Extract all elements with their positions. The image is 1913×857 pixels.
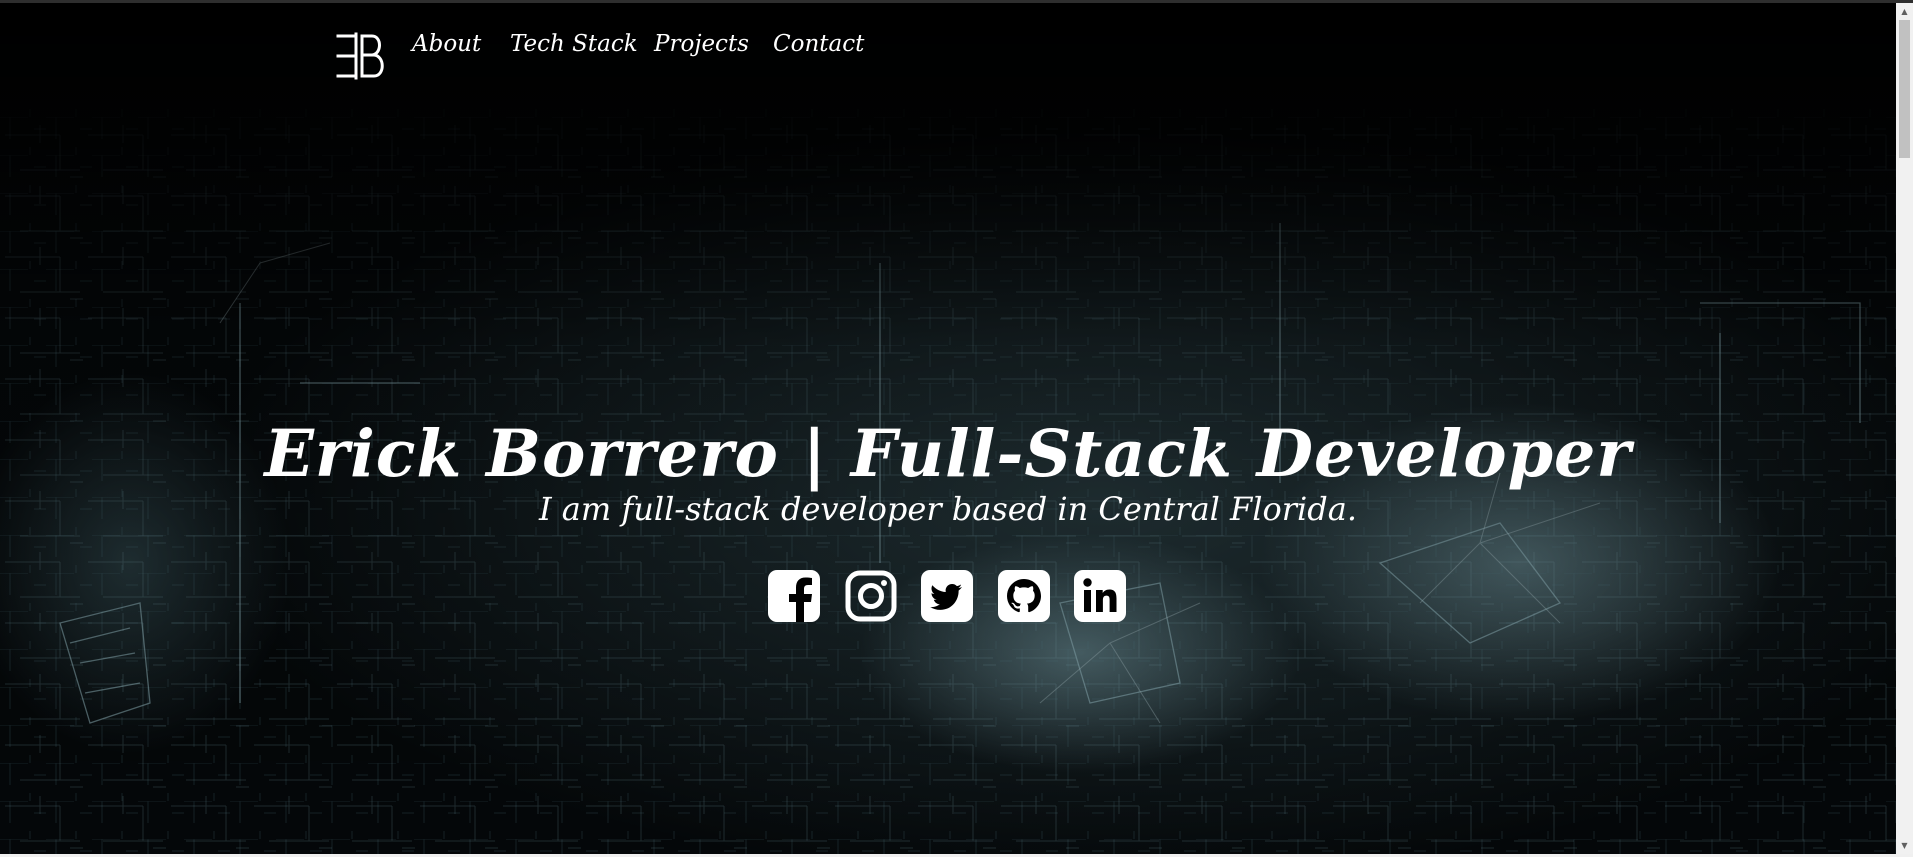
nav-contact-link[interactable]: Contact — [773, 29, 864, 59]
twitter-link[interactable] — [921, 570, 973, 622]
linkedin-icon — [1074, 570, 1126, 622]
instagram-link[interactable] — [845, 570, 897, 622]
page: About Tech Stack Projects Contact Erick … — [0, 3, 1896, 854]
vertical-scrollbar[interactable]: ▲ ▼ — [1896, 3, 1913, 854]
twitter-icon — [921, 570, 973, 622]
eb-monogram-icon — [336, 32, 384, 80]
linkedin-link[interactable] — [1074, 570, 1126, 622]
nav-projects-link[interactable]: Projects — [654, 29, 749, 59]
hero-subtitle: I am full-stack developer based in Centr… — [538, 490, 1358, 528]
scroll-down-arrow-icon[interactable]: ▼ — [1896, 837, 1913, 854]
hero-title: Erick Borrero | Full-Stack Developer — [264, 415, 1632, 492]
scroll-up-arrow-icon[interactable]: ▲ — [1896, 3, 1913, 20]
facebook-icon — [768, 570, 820, 622]
social-links — [768, 570, 1128, 622]
nav-tech-stack-link[interactable]: Tech Stack — [510, 29, 638, 59]
github-link[interactable] — [998, 570, 1050, 622]
facebook-link[interactable] — [768, 570, 820, 622]
scrollbar-thumb[interactable] — [1899, 20, 1910, 158]
instagram-icon — [845, 570, 897, 622]
github-icon — [998, 570, 1050, 622]
site-logo[interactable] — [334, 32, 386, 80]
nav-about-link[interactable]: About — [412, 29, 481, 59]
top-navbar: About Tech Stack Projects Contact — [0, 3, 1896, 103]
